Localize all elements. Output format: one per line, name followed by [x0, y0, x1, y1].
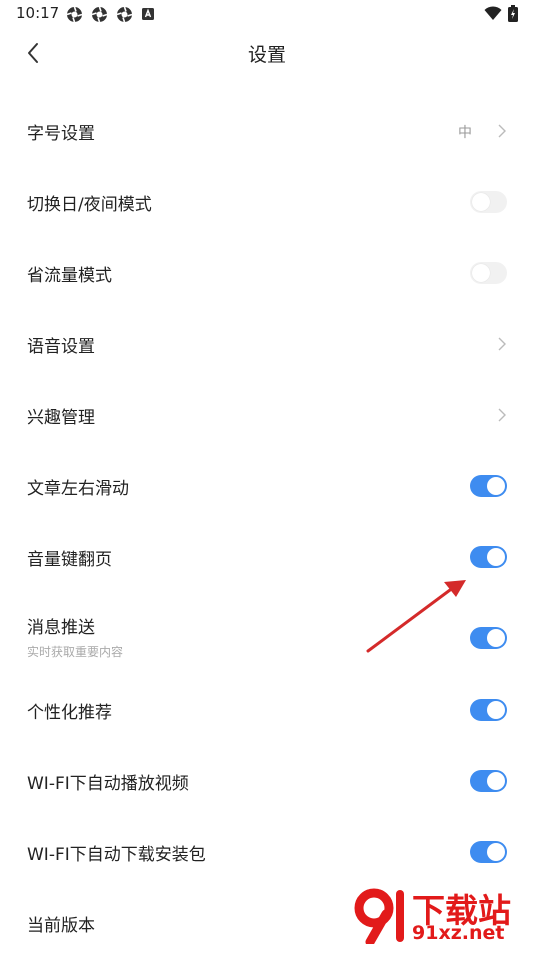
aperture-icon — [66, 6, 83, 23]
toggle-knob — [472, 193, 490, 211]
setting-label: 兴趣管理 — [27, 408, 95, 428]
setting-data-saver: 省流量模式 — [0, 238, 534, 309]
battery-charging-icon — [508, 5, 518, 26]
setting-label: 当前版本 — [27, 916, 95, 936]
chevron-right-icon — [496, 122, 508, 140]
app-header: 设置 — [0, 28, 534, 78]
toggle-knob — [487, 629, 505, 647]
toggle-knob — [487, 772, 505, 790]
day-night-toggle[interactable] — [470, 191, 507, 213]
setting-label: WI-FI下自动下载安装包 — [27, 845, 206, 865]
setting-label: 省流量模式 — [27, 266, 112, 286]
setting-label: 音量键翻页 — [27, 550, 112, 570]
wifi-autoplay-video-toggle[interactable] — [470, 770, 507, 792]
toggle-knob — [472, 264, 490, 282]
setting-wifi-auto-download: WI-FI下自动下载安装包 — [0, 817, 534, 888]
setting-description: 实时获取重要内容 — [27, 645, 124, 659]
a-box-icon — [141, 6, 158, 23]
aperture-icon — [91, 6, 108, 23]
status-bar: 10:17 — [0, 0, 534, 28]
setting-label: 个性化推荐 — [27, 703, 112, 723]
settings-list: 字号设置 中 切换日/夜间模式 省流量模式 语音设置 兴趣管理 文章左右滑动 音… — [0, 96, 534, 959]
setting-day-night-mode: 切换日/夜间模式 — [0, 167, 534, 238]
setting-wifi-autoplay-video: WI-FI下自动播放视频 — [0, 746, 534, 817]
status-time: 10:17 — [16, 4, 60, 22]
watermark-logo-icon — [354, 888, 404, 944]
toggle-knob — [487, 548, 505, 566]
article-swipe-toggle[interactable] — [470, 475, 507, 497]
setting-article-swipe: 文章左右滑动 — [0, 451, 534, 522]
setting-font-size[interactable]: 字号设置 中 — [0, 96, 534, 167]
chevron-right-icon — [496, 335, 508, 353]
chevron-right-icon — [496, 406, 508, 424]
setting-volume-key-paging: 音量键翻页 — [0, 522, 534, 593]
toggle-knob — [487, 701, 505, 719]
watermark-url: 91xz.net — [412, 922, 505, 944]
setting-interests[interactable]: 兴趣管理 — [0, 380, 534, 451]
setting-label: WI-FI下自动播放视频 — [27, 774, 189, 794]
personalized-recommendation-toggle[interactable] — [470, 699, 507, 721]
setting-label: 文章左右滑动 — [27, 479, 129, 499]
push-notifications-toggle[interactable] — [470, 627, 507, 649]
status-system-icons — [484, 5, 518, 26]
setting-label: 字号设置 — [27, 124, 95, 144]
wifi-icon — [484, 6, 502, 25]
data-saver-toggle[interactable] — [470, 262, 507, 284]
setting-label: 消息推送 — [27, 618, 95, 638]
toggle-knob — [487, 477, 505, 495]
volume-key-paging-toggle[interactable] — [470, 546, 507, 568]
page-title: 设置 — [247, 44, 286, 66]
aperture-icon — [116, 6, 133, 23]
setting-push-notifications: 消息推送 实时获取重要内容 — [0, 593, 534, 675]
toggle-knob — [487, 843, 505, 861]
setting-voice[interactable]: 语音设置 — [0, 309, 534, 380]
wifi-auto-download-toggle[interactable] — [470, 841, 507, 863]
setting-label: 切换日/夜间模式 — [27, 195, 152, 215]
setting-label: 语音设置 — [27, 337, 95, 357]
setting-personalized-recommendation: 个性化推荐 — [0, 675, 534, 746]
setting-value: 中 — [458, 125, 472, 141]
status-notification-icons — [66, 6, 158, 23]
site-watermark: 下载站 91xz.net — [352, 882, 530, 948]
